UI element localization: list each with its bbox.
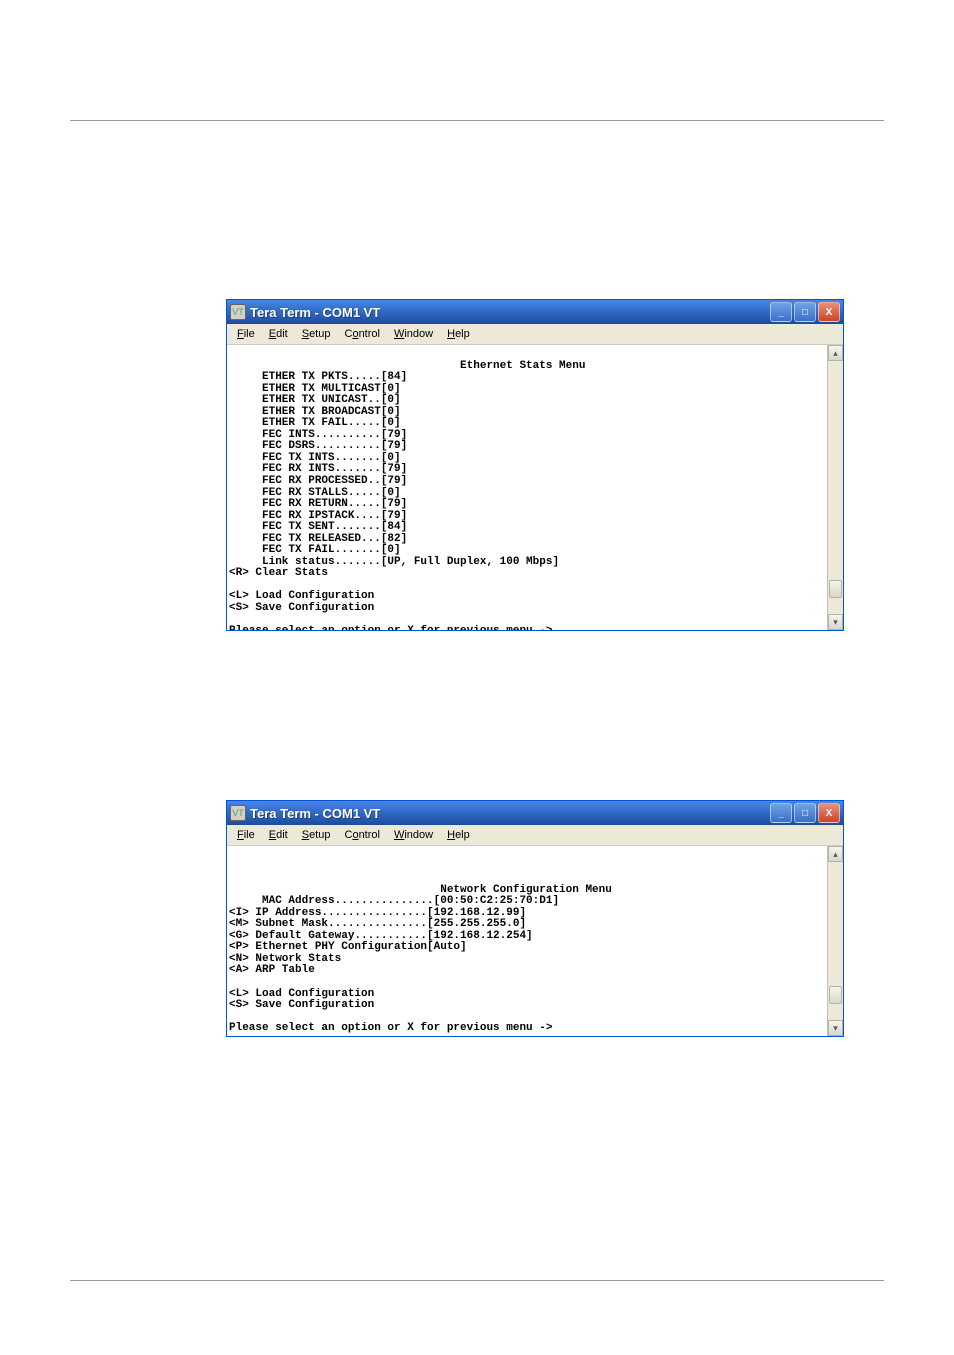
scrollbar[interactable]: ▴ ▾: [827, 345, 843, 630]
menubar: File Edit Setup Control Window Help: [227, 825, 843, 846]
titlebar[interactable]: VT Tera Term - COM1 VT _ □ X: [227, 801, 843, 825]
menu-control[interactable]: Control: [338, 326, 385, 342]
menu-file[interactable]: File: [231, 827, 261, 843]
terminal-output[interactable]: Network Configuration Menu MAC Address..…: [227, 846, 827, 1036]
tera-term-window-1: VT Tera Term - COM1 VT _ □ X File Edit S…: [226, 299, 844, 631]
minimize-button[interactable]: _: [770, 302, 792, 322]
page-divider-bottom: [70, 1280, 884, 1281]
menu-file[interactable]: File: [231, 326, 261, 342]
menubar: File Edit Setup Control Window Help: [227, 324, 843, 345]
menu-help[interactable]: Help: [441, 326, 476, 342]
scroll-track[interactable]: [828, 862, 843, 1020]
scroll-up-button[interactable]: ▴: [828, 345, 843, 361]
scroll-grip[interactable]: [829, 580, 842, 598]
scrollbar[interactable]: ▴ ▾: [827, 846, 843, 1036]
menu-help[interactable]: Help: [441, 827, 476, 843]
window-title: Tera Term - COM1 VT: [250, 305, 770, 320]
maximize-button[interactable]: □: [794, 302, 816, 322]
page-divider-top: [70, 120, 884, 121]
menu-setup[interactable]: Setup: [296, 827, 337, 843]
menu-edit[interactable]: Edit: [263, 326, 294, 342]
menu-window[interactable]: Window: [388, 326, 439, 342]
tera-term-window-2: VT Tera Term - COM1 VT _ □ X File Edit S…: [226, 800, 844, 1037]
app-icon: VT: [230, 805, 246, 821]
menu-control[interactable]: Control: [338, 827, 385, 843]
menu-window[interactable]: Window: [388, 827, 439, 843]
menu-edit[interactable]: Edit: [263, 827, 294, 843]
terminal-output[interactable]: Ethernet Stats Menu ETHER TX PKTS.....[8…: [227, 345, 827, 630]
scroll-track[interactable]: [828, 361, 843, 614]
scroll-down-button[interactable]: ▾: [828, 1020, 843, 1036]
close-button[interactable]: X: [818, 302, 840, 322]
scroll-down-button[interactable]: ▾: [828, 614, 843, 630]
scroll-grip[interactable]: [829, 986, 842, 1004]
titlebar[interactable]: VT Tera Term - COM1 VT _ □ X: [227, 300, 843, 324]
window-controls: _ □ X: [770, 302, 840, 322]
window-title: Tera Term - COM1 VT: [250, 806, 770, 821]
menu-setup[interactable]: Setup: [296, 326, 337, 342]
close-button[interactable]: X: [818, 803, 840, 823]
minimize-button[interactable]: _: [770, 803, 792, 823]
scroll-up-button[interactable]: ▴: [828, 846, 843, 862]
app-icon: VT: [230, 304, 246, 320]
maximize-button[interactable]: □: [794, 803, 816, 823]
terminal-wrap: Network Configuration Menu MAC Address..…: [227, 846, 843, 1036]
terminal-wrap: Ethernet Stats Menu ETHER TX PKTS.....[8…: [227, 345, 843, 630]
window-controls: _ □ X: [770, 803, 840, 823]
